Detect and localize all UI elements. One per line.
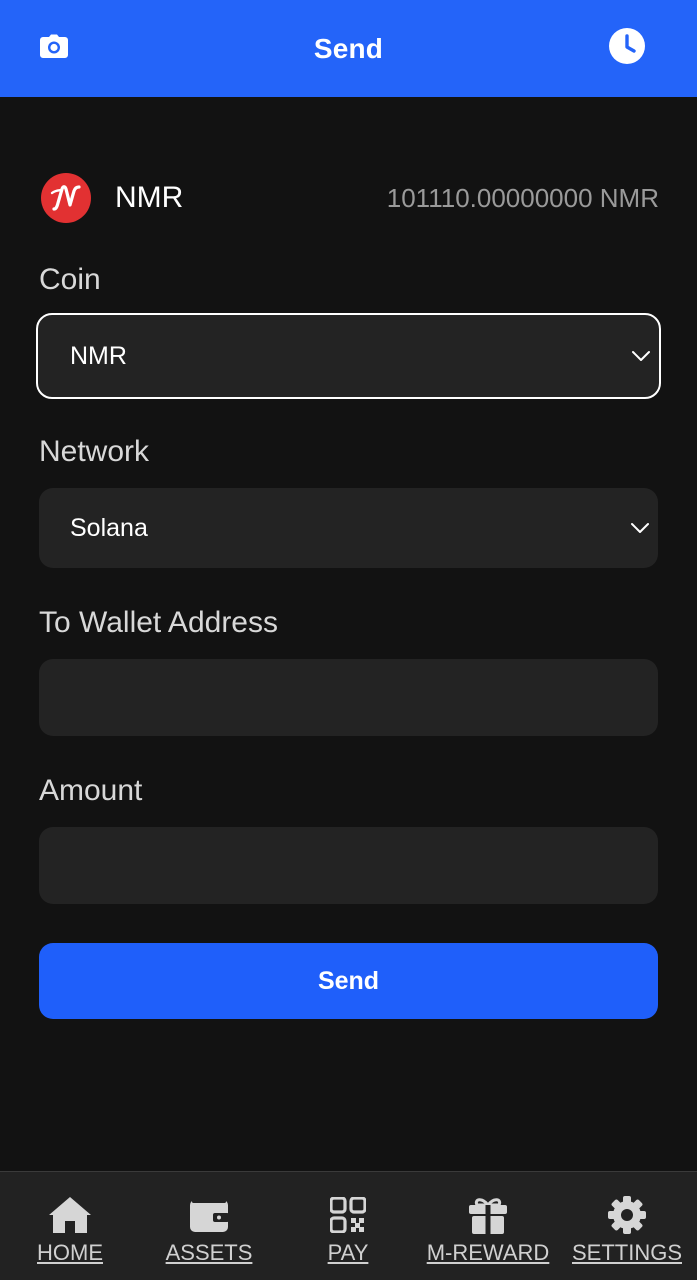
coin-summary: NMR 101110.00000000 NMR: [39, 172, 659, 224]
wallet-address-field-wrapper: [39, 659, 658, 736]
coin-select-value: NMR: [70, 341, 127, 370]
nav-item-m-reward[interactable]: M-REWARD: [427, 1172, 549, 1280]
gift-icon: [469, 1198, 507, 1234]
bottom-navigation: HOME ASSETS PAY M-REWARD SETTINGS: [0, 1171, 697, 1280]
chevron-down-icon: [632, 351, 650, 361]
nav-label-home: HOME: [37, 1240, 103, 1265]
coin-name: NMR: [115, 181, 184, 214]
coin-label: Coin: [39, 263, 101, 296]
page-title: Send: [313, 32, 384, 64]
amount-field-wrapper: [39, 827, 658, 904]
send-screen: Send NMR 101110.00000000 NMR Coin NMR Ne…: [0, 0, 697, 1280]
coin-balance: 101110.00000000 NMR: [386, 182, 659, 213]
nav-item-pay[interactable]: PAY: [298, 1172, 398, 1280]
network-label: Network: [39, 435, 150, 468]
camera-icon: [40, 34, 68, 58]
gear-icon: [608, 1196, 646, 1234]
numeraire-logo-icon: [50, 185, 81, 211]
top-app-bar: Send: [0, 0, 697, 97]
home-icon: [49, 1197, 91, 1233]
history-button[interactable]: [607, 26, 647, 66]
wallet-icon: [190, 1200, 229, 1232]
wallet-address-label: To Wallet Address: [39, 606, 278, 639]
nav-item-assets[interactable]: ASSETS: [159, 1172, 259, 1280]
clock-icon: [609, 28, 645, 64]
amount-input[interactable]: [39, 827, 658, 904]
nav-item-home[interactable]: HOME: [20, 1172, 120, 1280]
wallet-address-input[interactable]: [39, 659, 658, 736]
camera-button[interactable]: [34, 26, 74, 66]
qr-code-icon: [330, 1197, 366, 1233]
amount-label: Amount: [39, 774, 143, 807]
send-button[interactable]: Send: [39, 943, 658, 1019]
nav-label-assets: ASSETS: [165, 1240, 253, 1265]
network-select[interactable]: Solana: [39, 488, 658, 568]
coin-select[interactable]: NMR: [36, 313, 661, 399]
nmr-coin-logo: [41, 173, 91, 223]
nav-label-m-reward: M-REWARD: [426, 1240, 550, 1265]
nav-label-settings: SETTINGS: [571, 1240, 682, 1265]
chevron-down-icon: [631, 523, 649, 533]
network-select-value: Solana: [70, 513, 148, 542]
nav-item-settings[interactable]: SETTINGS: [570, 1172, 684, 1280]
nav-label-pay: PAY: [327, 1240, 369, 1265]
